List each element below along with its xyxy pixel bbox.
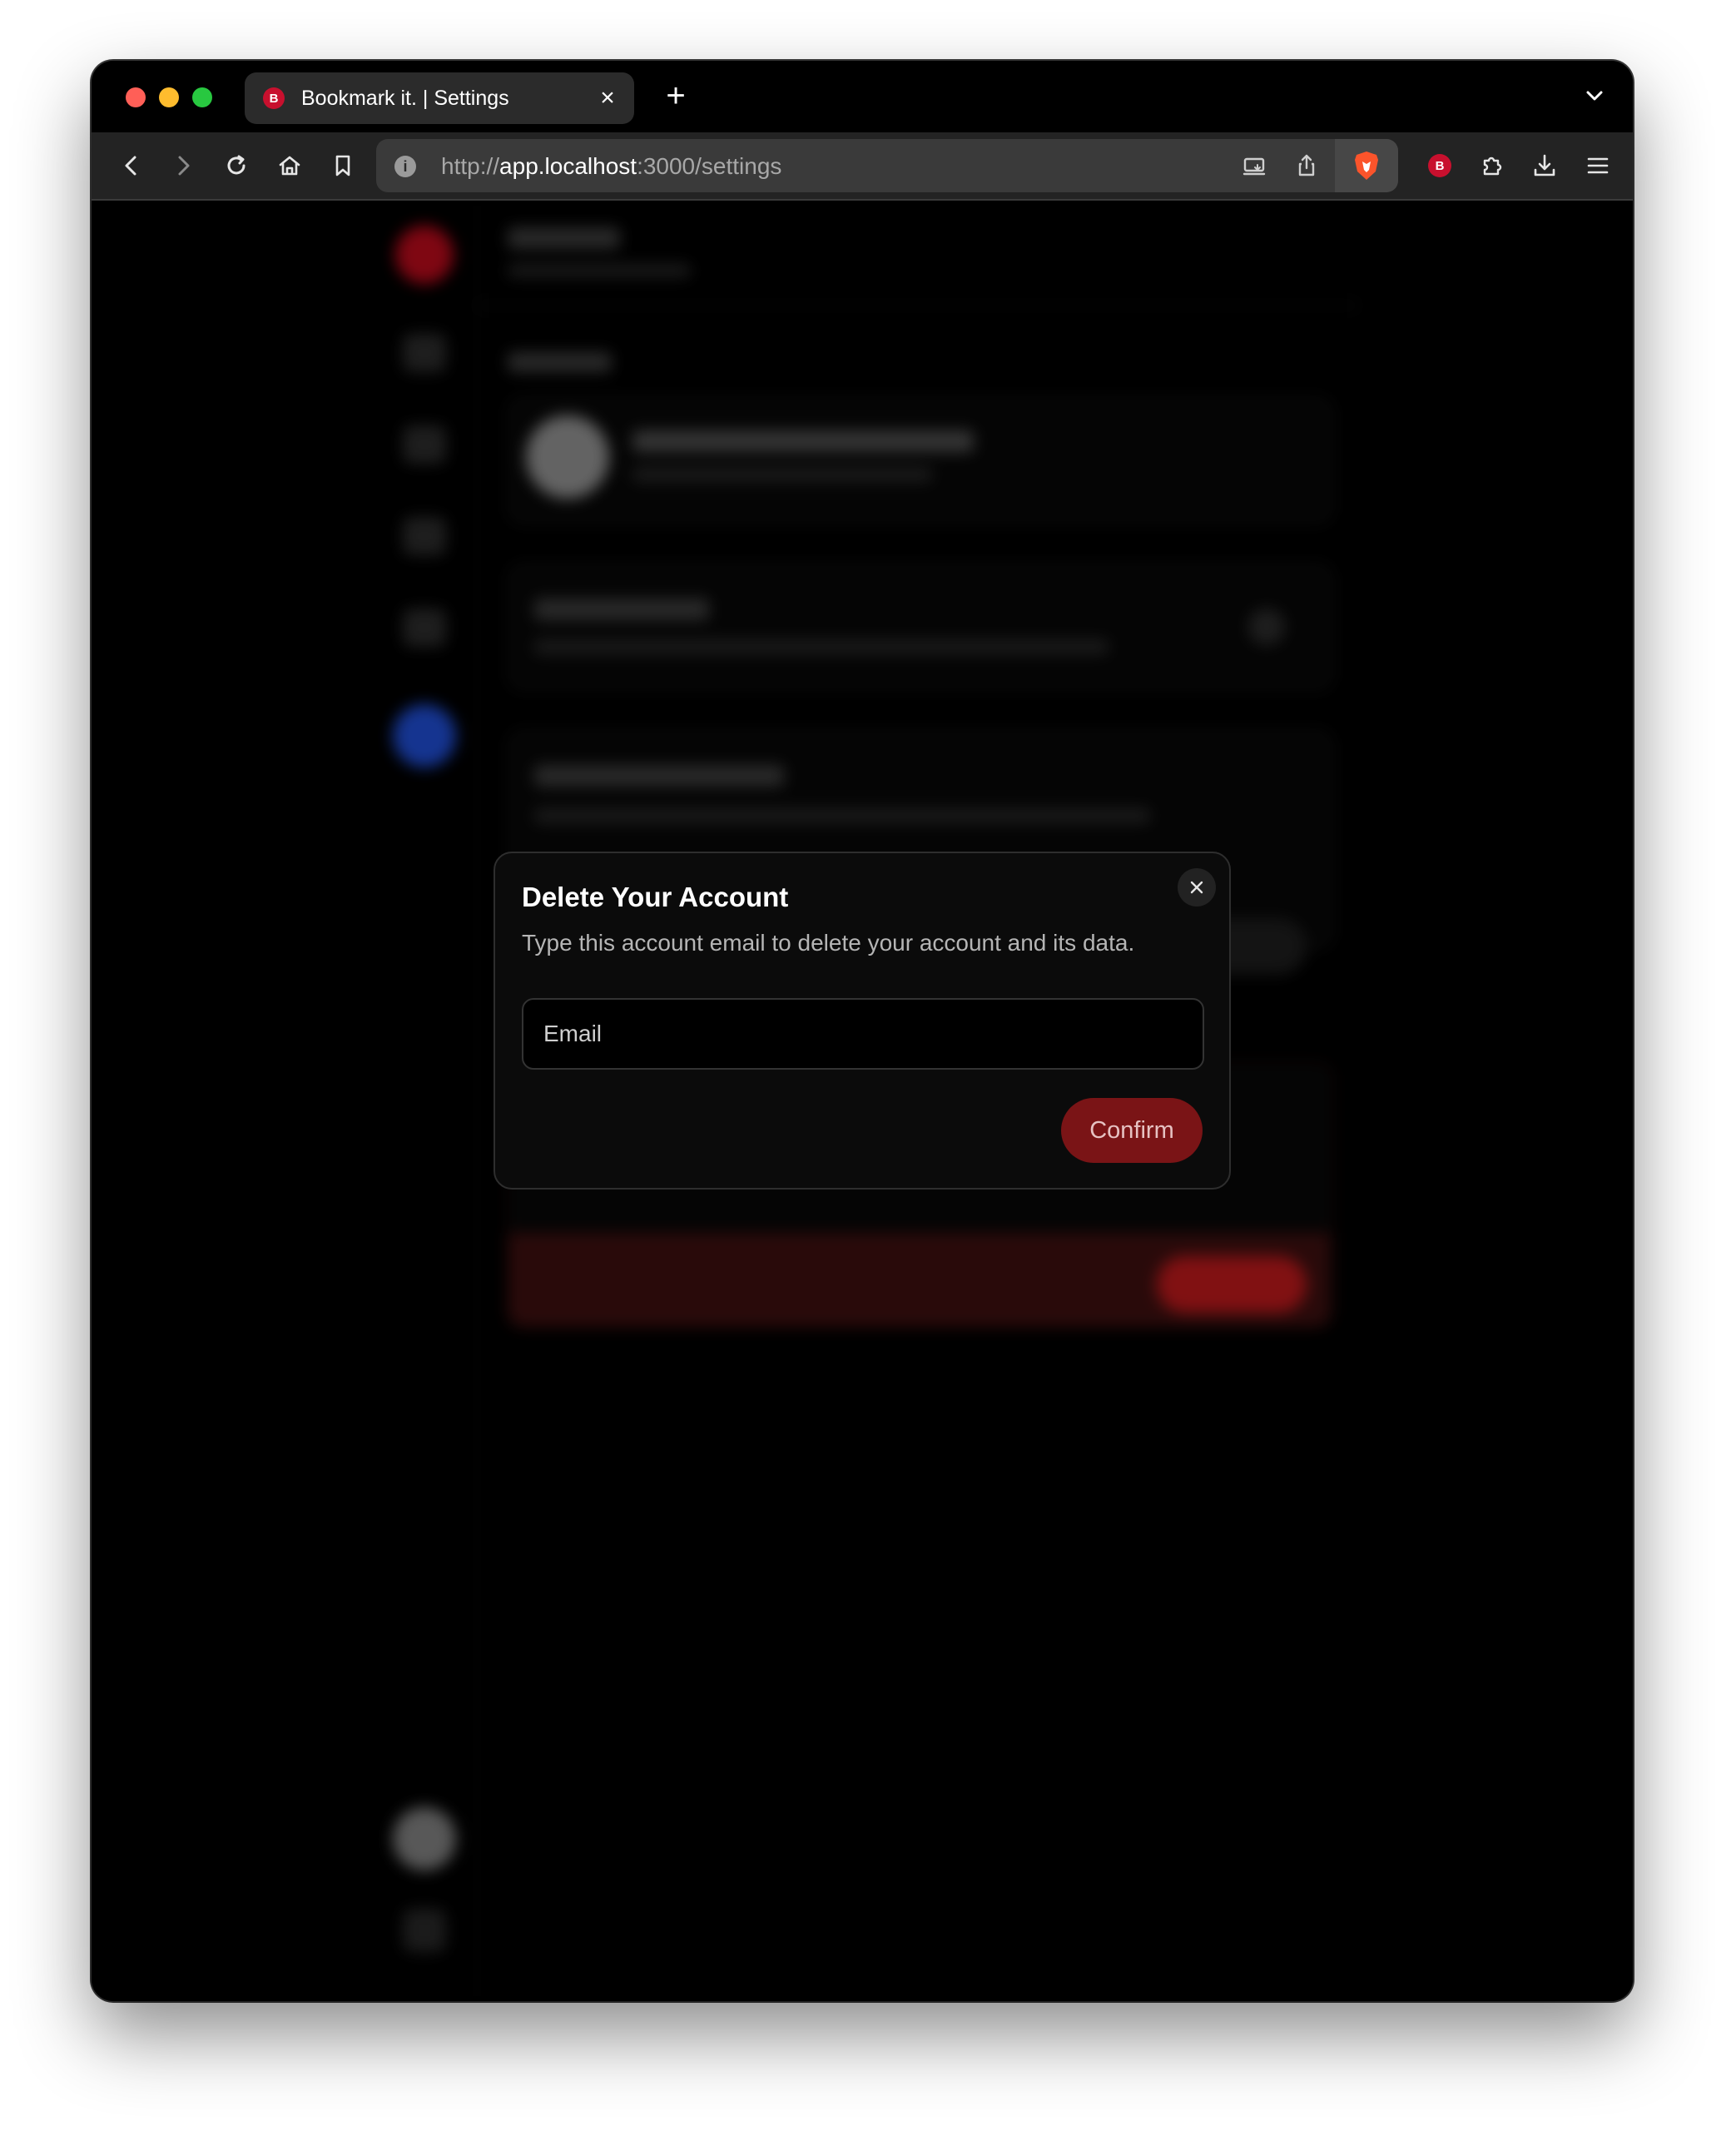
- address-bar[interactable]: i http://app.localhost:3000/settings: [376, 139, 1398, 192]
- back-icon[interactable]: [115, 149, 148, 182]
- share-icon[interactable]: [1290, 149, 1323, 182]
- download-icon[interactable]: [1528, 149, 1561, 182]
- url-scheme: http://: [441, 153, 500, 179]
- minimize-window-button[interactable]: [159, 87, 179, 107]
- browser-toolbar: i http://app.localhost:3000/settings B: [92, 132, 1633, 201]
- url-path: :3000/settings: [637, 153, 782, 179]
- email-field[interactable]: [522, 998, 1204, 1070]
- dialog-description: Type this account email to delete your a…: [522, 930, 1135, 956]
- menu-icon[interactable]: [1581, 149, 1614, 182]
- url-text: http://app.localhost:3000/settings: [441, 153, 781, 180]
- forward-icon[interactable]: [166, 149, 200, 182]
- delete-account-dialog: Delete Your Account Type this account em…: [494, 852, 1231, 1190]
- maximize-window-button[interactable]: [192, 87, 212, 107]
- extensions-icon[interactable]: [1475, 149, 1508, 182]
- browser-window: B Bookmark it. | Settings × + i http://a…: [92, 61, 1633, 2001]
- url-host: app.localhost: [499, 153, 637, 179]
- chevron-down-icon[interactable]: [1580, 81, 1610, 111]
- bookmark-it-logo-icon: B: [263, 87, 285, 109]
- extension-bookmark-it-icon[interactable]: B: [1423, 149, 1456, 182]
- info-icon[interactable]: i: [394, 156, 416, 177]
- dialog-title: Delete Your Account: [522, 882, 789, 912]
- close-icon[interactable]: ×: [593, 83, 622, 113]
- confirm-button[interactable]: Confirm: [1061, 1098, 1203, 1163]
- reload-icon[interactable]: [220, 149, 253, 182]
- close-window-button[interactable]: [126, 87, 146, 107]
- home-icon[interactable]: [273, 149, 306, 182]
- plus-icon[interactable]: +: [657, 77, 694, 114]
- brave-shields-button[interactable]: [1335, 139, 1398, 192]
- cast-icon[interactable]: [1238, 149, 1271, 182]
- tab-settings[interactable]: B Bookmark it. | Settings ×: [245, 72, 634, 124]
- brave-shields-icon: [1350, 149, 1383, 182]
- tab-title: Bookmark it. | Settings: [301, 87, 509, 110]
- bookmark-icon[interactable]: [326, 149, 360, 182]
- tab-strip: B Bookmark it. | Settings × +: [92, 61, 1633, 132]
- close-icon[interactable]: [1178, 868, 1216, 907]
